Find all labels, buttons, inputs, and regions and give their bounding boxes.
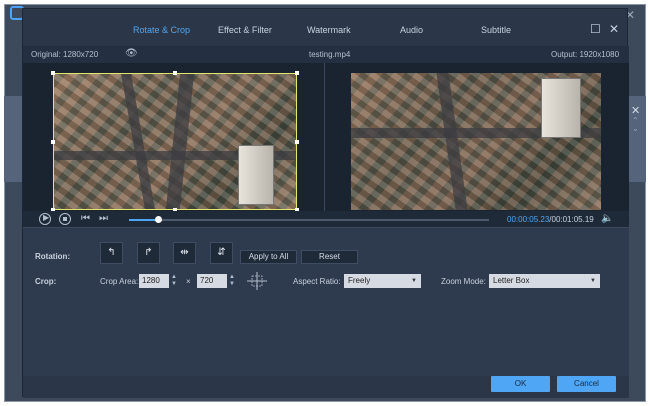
tab-audio[interactable]: Audio (400, 25, 423, 35)
aspect-ratio-label: Aspect Ratio: (293, 277, 341, 286)
play-button[interactable]: ▶ (39, 213, 51, 225)
cancel-button[interactable]: Cancel (557, 376, 616, 392)
close-icon[interactable]: ✕ (609, 22, 619, 36)
crop-width-field[interactable]: 1280 (139, 274, 169, 288)
volume-icon[interactable]: 🔈 (601, 213, 613, 224)
playback-controls: ▶ ⏮ ⏭ 00:00:05.23/00:01:05.19 🔈 (23, 211, 629, 227)
zoom-mode-select[interactable]: Letter Box ▼ (489, 274, 600, 288)
flip-horizontal-button[interactable]: ⇹ (173, 242, 196, 264)
aspect-ratio-select[interactable]: Freely ▼ (344, 274, 421, 288)
next-frame-icon[interactable]: ⏭ (99, 213, 108, 224)
duration: /00:01:05.19 (549, 215, 594, 224)
chevron-down-icon: ▼ (590, 278, 596, 284)
crop-height-stepper[interactable]: ▲ ▼ (228, 274, 236, 288)
play-icon: ▶ (43, 213, 50, 222)
flip-vertical-button[interactable]: ⇵ (210, 242, 233, 264)
rotate-right-icon: ↱ (144, 247, 153, 258)
file-name: testing.mp4 (309, 50, 351, 59)
info-bar: Original: 1280x720 👁 testing.mp4 Output:… (23, 46, 629, 63)
tab-bar: Rotate & Crop Effect & Filter Watermark … (23, 19, 629, 43)
rotate-left-icon: ↰ (107, 247, 116, 258)
times-sign: × (186, 277, 191, 286)
tab-watermark[interactable]: Watermark (307, 25, 351, 35)
rotation-label: Rotation: (35, 252, 71, 261)
settings-panel: Rotation: ↰ ↱ ⇹ ⇵ Apply to All Reset Cro… (23, 227, 629, 376)
aspect-ratio-value: Freely (348, 276, 371, 285)
stop-icon (63, 217, 67, 221)
reset-button[interactable]: Reset (301, 250, 358, 264)
side-arrows-icon[interactable]: ⌃ ⌄ (632, 117, 639, 133)
output-resolution: Output: 1920x1080 (551, 50, 620, 59)
minimize-icon[interactable]: ☐ (590, 22, 601, 36)
zoom-mode-value: Letter Box (493, 276, 530, 285)
edit-dialog: Rotate & Crop Effect & Filter Watermark … (22, 8, 629, 398)
preview-area (23, 63, 629, 212)
apply-to-all-button[interactable]: Apply to All (240, 250, 297, 264)
rotate-left-button[interactable]: ↰ (100, 242, 123, 264)
crop-height-field[interactable]: 720 (197, 274, 227, 288)
crop-handle[interactable] (173, 71, 177, 75)
seek-thumb[interactable] (155, 216, 162, 223)
crop-handle[interactable] (295, 140, 299, 144)
stop-button[interactable] (59, 213, 71, 225)
chevron-down-icon: ▼ (411, 278, 417, 284)
crop-label: Crop: (35, 277, 57, 286)
original-resolution: Original: 1280x720 (31, 50, 99, 59)
center-crop-icon[interactable] (247, 272, 267, 290)
crop-handle[interactable] (295, 71, 299, 75)
flip-vertical-icon: ⇵ (217, 247, 226, 258)
seek-progress (129, 219, 158, 221)
tab-rotate-crop[interactable]: Rotate & Crop (133, 25, 190, 35)
crop-area-label: Crop Area: (100, 277, 139, 286)
crop-width-stepper[interactable]: ▲ ▼ (170, 274, 178, 288)
tab-subtitle[interactable]: Subtitle (481, 25, 511, 35)
zoom-mode-label: Zoom Mode: (441, 277, 486, 286)
previous-frame-icon[interactable]: ⏮ (81, 213, 90, 224)
tab-effect-filter[interactable]: Effect & Filter (218, 25, 272, 35)
background-panel-left (4, 96, 22, 182)
ok-button[interactable]: OK (491, 376, 550, 392)
time-display: 00:00:05.23/00:01:05.19 (507, 215, 594, 224)
current-time: 00:00:05.23 (507, 215, 550, 224)
preview-divider (324, 63, 325, 211)
flip-horizontal-icon: ⇹ (180, 247, 189, 258)
crop-frame[interactable] (53, 73, 297, 210)
seek-track[interactable] (129, 219, 489, 221)
crop-handle[interactable] (51, 71, 55, 75)
crop-handle[interactable] (51, 140, 55, 144)
eye-icon[interactable]: 👁 (125, 48, 138, 59)
output-video-frame (351, 73, 601, 210)
rotate-right-button[interactable]: ↱ (137, 242, 160, 264)
dialog-footer: OK Cancel (23, 376, 629, 398)
